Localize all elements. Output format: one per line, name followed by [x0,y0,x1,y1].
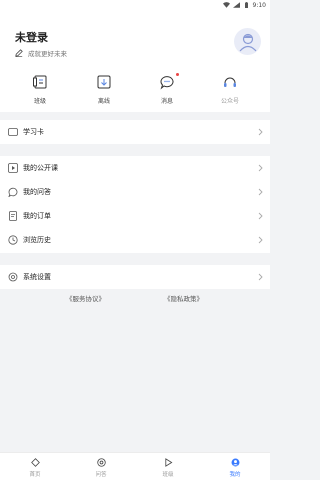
study-card-section: 学习卡 [0,120,270,144]
signature-text: 成就更好未来 [28,50,67,58]
avatar[interactable] [234,28,261,55]
tab-home[interactable]: 首页 [10,453,60,480]
play-triangle-icon [164,458,172,467]
status-time: 9:10 [252,1,266,9]
public-course-icon [8,163,18,173]
menu-item-my-questions[interactable]: 我的问答 [0,180,270,204]
quick-actions: 班级 离线 消息 公众号 [0,72,270,112]
menu-item-label: 我的公开课 [23,164,58,172]
menu-item-my-orders[interactable]: 我的订单 [0,204,270,228]
tab-mine[interactable]: 我的 [210,453,260,480]
order-icon [9,211,17,221]
card-icon [8,128,18,136]
qa-bubble-icon [8,187,18,197]
clock-icon [8,235,18,245]
profile-header: 未登录 成就更好未来 班级 离线 消息 公众号 [0,10,270,112]
quick-action-offline[interactable]: 离线 [79,72,129,112]
wifi-icon [222,2,230,8]
quick-action-class[interactable]: 班级 [15,72,65,112]
menu-item-settings[interactable]: 系统设置 [0,265,270,289]
tab-label: 我的 [229,472,241,478]
tab-qa[interactable]: 问答 [76,453,126,480]
edit-signature[interactable]: 成就更好未来 [15,48,67,58]
quick-action-official-account[interactable]: 公众号 [205,72,255,112]
menu-item-label: 浏览历史 [23,236,51,244]
edit-pencil-icon [15,49,23,57]
offline-download-icon [97,75,111,89]
qa-target-icon [96,458,106,467]
policy-links: 《服务协议》 《隐私政策》 [0,293,270,307]
login-status-title[interactable]: 未登录 [15,29,48,45]
home-diamond-icon [30,458,40,467]
quick-action-label: 消息 [160,98,173,105]
chevron-right-icon [258,236,263,244]
menu-item-label: 系统设置 [23,273,51,281]
message-icon-wrap [159,73,179,90]
signal-icon [232,2,240,8]
menu-item-study-card[interactable]: 学习卡 [0,120,270,144]
privacy-policy-link[interactable]: 《隐私政策》 [164,293,203,303]
tab-label: 班级 [162,472,174,478]
menu-item-label: 我的问答 [23,188,51,196]
battery-icon [244,2,248,8]
quick-action-messages[interactable]: 消息 [142,72,192,112]
tab-class[interactable]: 班级 [143,453,193,480]
quick-action-label: 班级 [33,98,46,105]
menu-item-label: 学习卡 [23,128,44,136]
settings-section: 系统设置 [0,265,270,289]
menu-item-history[interactable]: 浏览历史 [0,228,270,252]
quick-action-label: 公众号 [220,98,239,105]
tab-label: 首页 [29,472,41,478]
gear-icon [8,272,18,282]
chevron-right-icon [258,164,263,172]
learning-section: 我的公开课 我的问答 我的订单 浏览历史 [0,156,270,253]
chevron-right-icon [258,273,263,281]
headset-icon [224,77,236,87]
unread-badge-dot [176,73,179,76]
chevron-right-icon [258,128,263,136]
quick-action-label: 离线 [97,98,110,105]
menu-item-label: 我的订单 [23,212,51,220]
chevron-right-icon [258,212,263,220]
message-icon [160,76,174,90]
status-indicators: 9:10 [222,0,266,10]
service-agreement-link[interactable]: 《服务协议》 [66,293,105,303]
status-bar: 9:10 [0,0,270,10]
default-avatar-icon [239,33,256,51]
bottom-tab-bar: 首页 问答 班级 我的 [0,452,270,480]
class-icon [33,75,47,89]
tab-label: 问答 [95,472,107,478]
profile-icon [231,458,239,467]
chevron-right-icon [258,188,263,196]
menu-item-my-public-courses[interactable]: 我的公开课 [0,156,270,180]
